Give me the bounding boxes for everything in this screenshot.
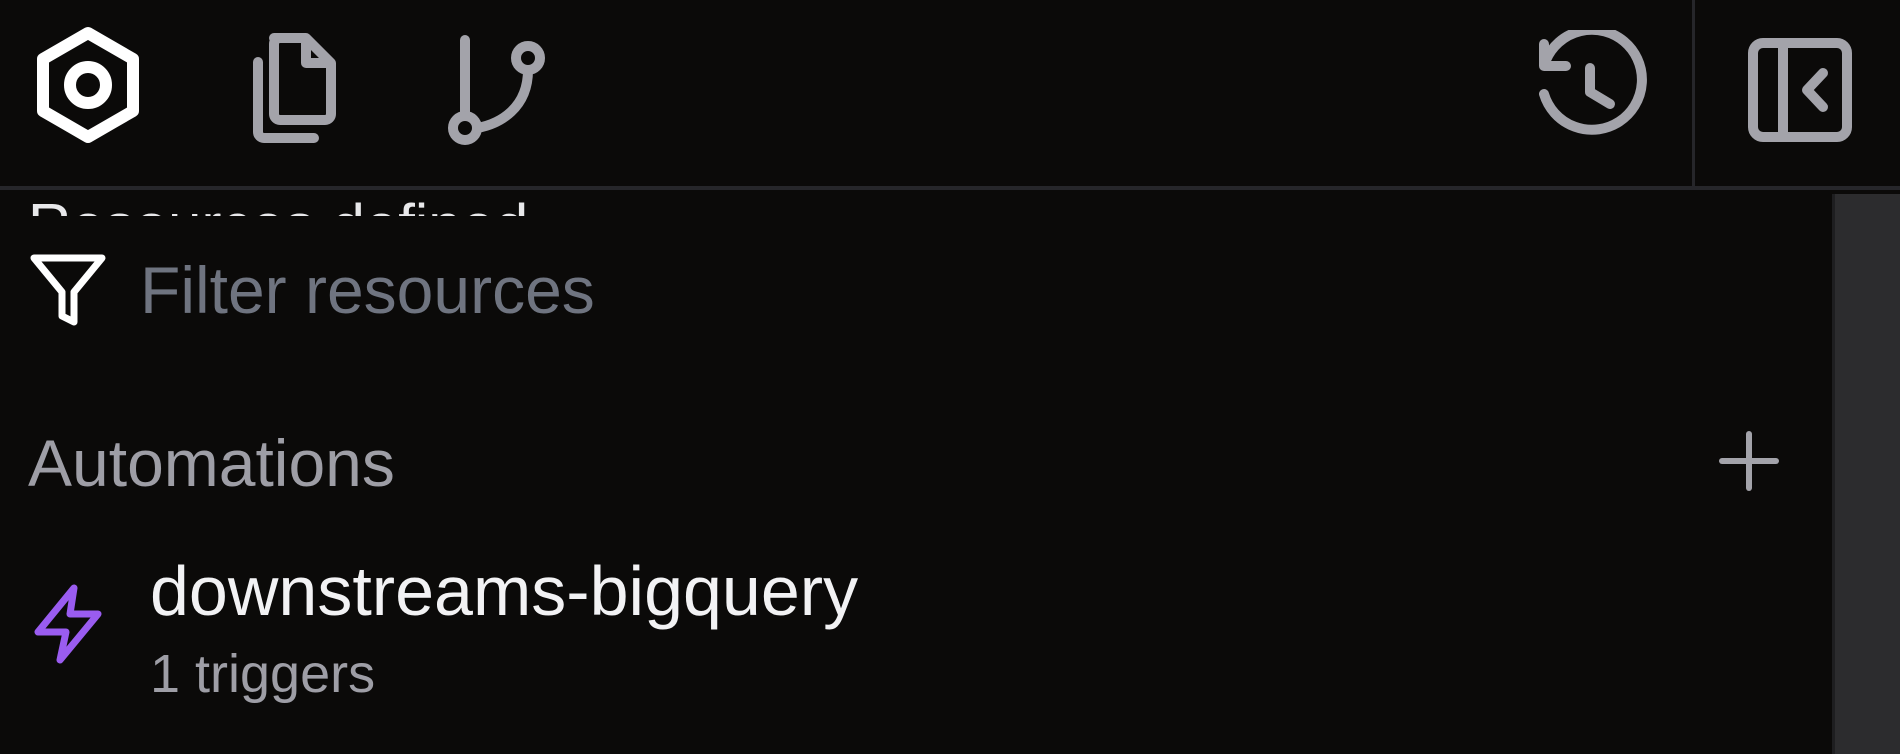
section-title-automations: Automations (28, 426, 395, 500)
add-automation-button[interactable] (1718, 430, 1780, 492)
files-button[interactable] (236, 28, 346, 148)
automation-name: downstreams-bigquery (150, 552, 859, 630)
scrollbar-thumb[interactable] (1835, 194, 1900, 754)
history-icon (1539, 30, 1647, 135)
collapse-panel-button[interactable] (1740, 30, 1860, 150)
panel-collapse-icon (1748, 38, 1852, 142)
scrolled-content-clip: Resources defined (0, 194, 1820, 217)
source-control-button[interactable] (440, 28, 560, 148)
files-icon (253, 33, 336, 143)
toolbar-divider (1692, 0, 1695, 190)
git-branch-icon (448, 35, 545, 145)
plus-icon (1719, 431, 1779, 491)
hexagon-settings-icon (37, 27, 139, 143)
clipped-heading-text: Resources defined (28, 196, 528, 217)
settings-button[interactable] (28, 25, 148, 145)
automation-trigger-count: 1 triggers (150, 644, 376, 704)
history-button[interactable] (1530, 30, 1650, 150)
filter-icon (30, 254, 106, 326)
lightning-bolt-icon (34, 584, 102, 664)
top-toolbar (0, 0, 1900, 190)
filter-resources-input[interactable] (140, 254, 1740, 326)
resources-panel: Resources defined Automations downstream… (0, 0, 1900, 754)
filter-row (0, 240, 1820, 340)
automation-item[interactable]: downstreams-bigquery 1 triggers (0, 540, 1820, 720)
